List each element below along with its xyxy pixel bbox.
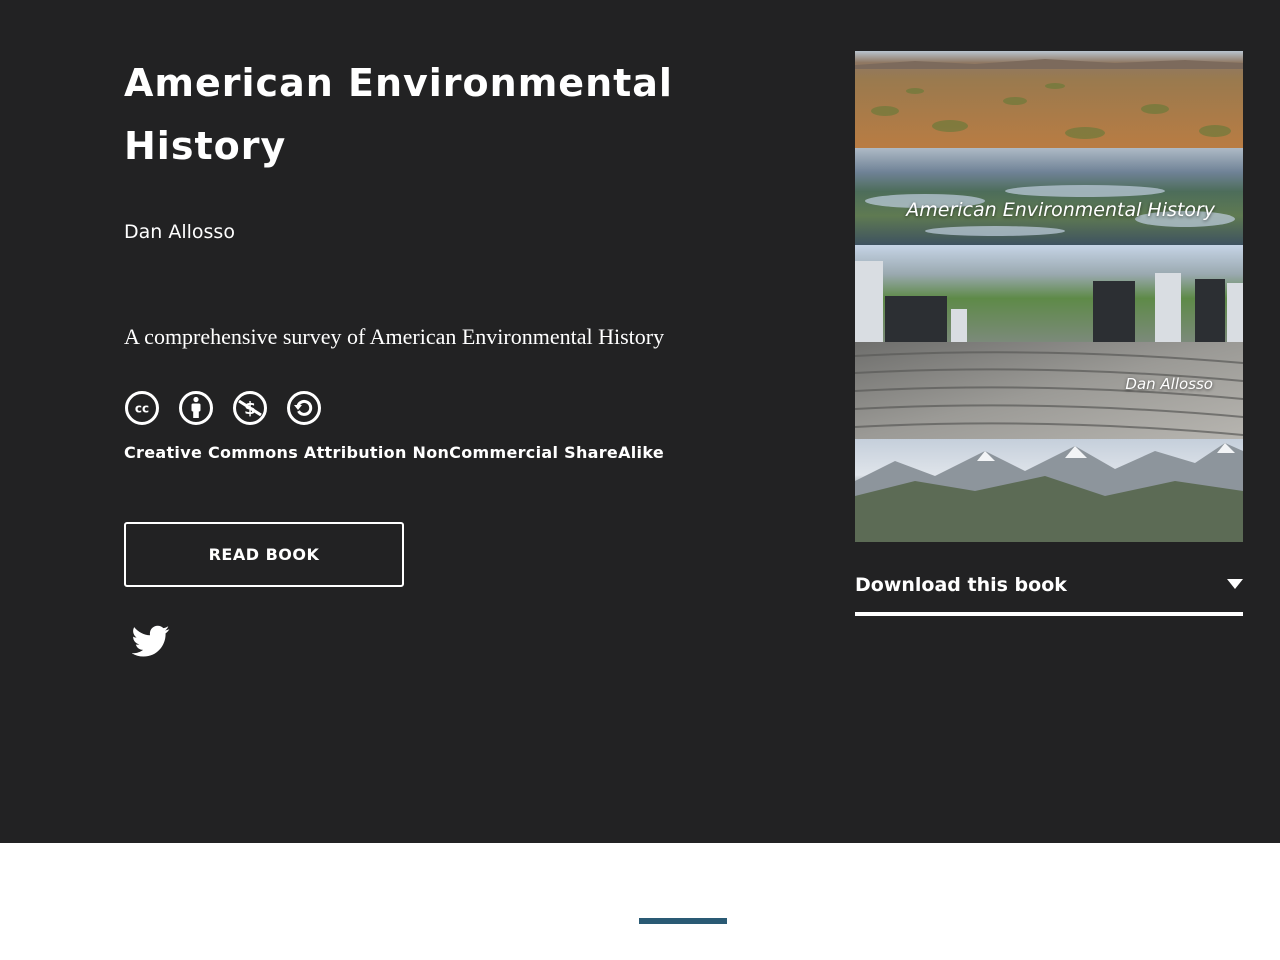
cc-icon: cc [125,391,159,425]
download-dropdown[interactable]: Download this book [855,566,1243,616]
cover-title-text: American Environmental History [906,199,1215,221]
noncommercial-icon: $ [233,391,267,425]
read-book-button[interactable]: READ BOOK [124,522,404,587]
attribution-icon [179,391,213,425]
svg-text:cc: cc [135,402,149,416]
cover-author-text: Dan Allosso [1125,375,1213,393]
section-divider [639,918,727,924]
chevron-down-icon [1227,579,1243,589]
book-info: American Environmental History Dan Allos… [124,52,764,657]
license-icons: cc $ [124,390,322,426]
download-label: Download this book [855,574,1067,596]
book-author: Dan Allosso [124,221,235,243]
book-cover: American Environmental History Dan Allos… [855,51,1243,542]
book-description: A comprehensive survey of American Envir… [124,324,665,349]
license-name: Creative Commons Attribution NonCommerci… [124,443,664,462]
cover-photo-collage [855,51,1243,542]
sharealike-icon [287,391,321,425]
twitter-icon[interactable] [132,622,170,660]
book-title: American Environmental History [124,61,673,168]
book-hero: American Environmental History Dan Allos… [0,0,1280,843]
